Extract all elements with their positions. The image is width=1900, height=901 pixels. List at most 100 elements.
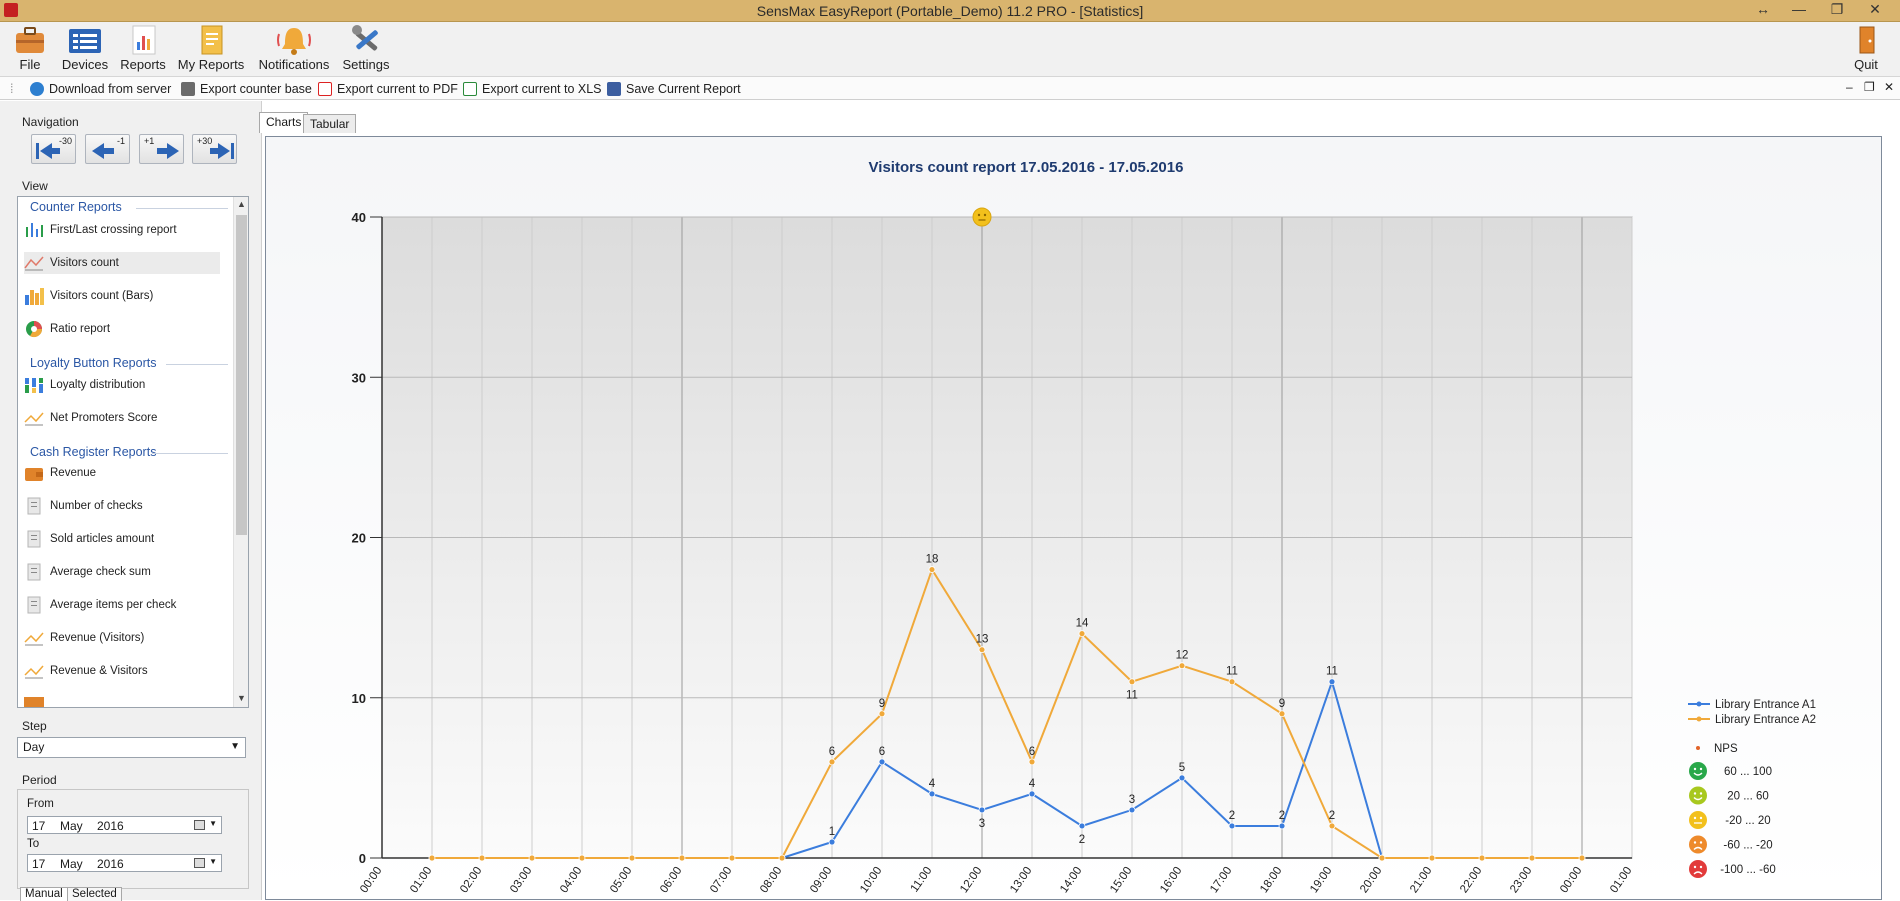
stacked-bars-icon (24, 376, 44, 394)
child-close-button[interactable]: ✕ (1884, 80, 1894, 94)
list-item-visitors-count-bars[interactable]: Visitors count (Bars) (24, 285, 220, 307)
list-item-average-check-sum[interactable]: Average check sum (24, 561, 220, 583)
child-minimize-button[interactable]: – (1846, 80, 1853, 94)
data-label: 6 (829, 746, 835, 758)
export-icon (181, 82, 195, 96)
nav-forward-1-button[interactable]: +1 (139, 134, 184, 164)
child-restore-button[interactable]: ❐ (1864, 80, 1875, 94)
scroll-up-icon[interactable]: ▲ (234, 199, 248, 209)
report-list[interactable]: Counter Reports First/Last crossing repo… (17, 196, 249, 708)
nav-forward-30-button[interactable]: +30 (192, 134, 237, 164)
data-point (1578, 854, 1586, 862)
data-label: 6 (879, 746, 885, 758)
chevron-down-icon[interactable]: ▼ (209, 819, 217, 828)
period-group: From 17 May 2016 ▼ To 17 May 2016 ▼ (17, 789, 249, 889)
to-date-picker[interactable]: 17 May 2016 ▼ (27, 854, 222, 872)
step-select[interactable]: Day ▼ (17, 737, 246, 758)
x-tick-label: 21:00 (1408, 865, 1434, 895)
scroll-down-icon[interactable]: ▼ (234, 693, 248, 703)
x-tick-label: 13:00 (1008, 865, 1034, 895)
data-point (428, 854, 436, 862)
data-point (828, 758, 836, 766)
tab-tabular[interactable]: Tabular (303, 114, 357, 133)
close-button[interactable]: ✕ (1862, 1, 1888, 18)
nps-smiley-eye (1699, 865, 1703, 869)
list-item-ratio-report[interactable]: Ratio report (24, 318, 220, 340)
x-tick-label: 14:00 (1058, 865, 1084, 895)
data-point (1078, 822, 1086, 830)
nps-range-label: -100 ... -60 (1720, 864, 1776, 876)
x-tick-label: 01:00 (1608, 865, 1634, 895)
toolbar: ⁞ Download from server Export counter ba… (0, 77, 1900, 100)
data-label: 9 (879, 698, 885, 710)
devices-list-icon (67, 24, 103, 56)
nps-legend-title: NPS (1714, 743, 1738, 755)
list-item-average-items-per-check[interactable]: Average items per check (24, 594, 220, 616)
legend-marker (1696, 716, 1702, 722)
data-point (1178, 662, 1186, 670)
chevron-down-icon: ▼ (230, 741, 240, 752)
chevron-down-icon[interactable]: ▼ (209, 857, 217, 866)
minimize-button[interactable]: — (1786, 1, 1812, 17)
maximize-button[interactable]: ❐ (1824, 1, 1850, 18)
x-tick-label: 00:00 (1558, 865, 1584, 895)
data-label: 2 (1329, 810, 1335, 822)
data-label: 6 (1029, 746, 1035, 758)
export-pdf-button[interactable]: Export current to PDF (318, 80, 458, 98)
nps-smiley-eye (1693, 792, 1697, 795)
scroll-thumb[interactable] (236, 215, 247, 535)
list-scrollbar[interactable]: ▲ ▼ (233, 197, 248, 707)
notifications-button[interactable]: Notifications (258, 24, 330, 76)
list-item-sold-articles[interactable]: Sold articles amount (24, 528, 220, 550)
line-chart-icon (24, 662, 44, 680)
legend-label: Library Entrance A1 (1715, 699, 1816, 711)
nps-smiley-eye (1699, 792, 1703, 795)
x-tick-label: 03:00 (508, 865, 534, 895)
save-report-button[interactable]: Save Current Report (607, 80, 741, 98)
list-item-revenue-and-visitors[interactable]: Revenue & Visitors (24, 660, 220, 682)
briefcase-icon (12, 24, 48, 56)
list-item-net-promoters-score[interactable]: Net Promoters Score (24, 407, 220, 429)
nav-back-30-button[interactable]: -30 (31, 134, 76, 164)
data-label: 5 (1179, 762, 1185, 774)
floppy-disk-icon (607, 82, 621, 96)
data-point (928, 790, 936, 798)
data-point (478, 854, 486, 862)
quit-button[interactable]: Quit (1830, 24, 1900, 76)
section-divider (166, 364, 228, 365)
list-item-number-of-checks[interactable]: Number of checks (24, 495, 220, 517)
list-item-revenue-visitors[interactable]: Revenue (Visitors) (24, 627, 220, 649)
reports-button[interactable]: Reports (107, 24, 179, 76)
restore-arrows-icon[interactable]: ↔ (1750, 1, 1776, 17)
list-item-first-last-crossing[interactable]: First/Last crossing report (24, 219, 220, 241)
calendar-icon[interactable] (194, 820, 205, 830)
data-point (1478, 854, 1486, 862)
tab-selected[interactable]: Selected (67, 887, 122, 901)
bar-chart-icon (24, 287, 44, 305)
data-label: 13 (976, 634, 989, 646)
list-item-loyalty-distribution[interactable]: Loyalty distribution (24, 374, 220, 396)
nps-range-label: 20 ... 60 (1727, 791, 1769, 803)
settings-button[interactable]: Settings (330, 24, 402, 76)
data-point (1428, 854, 1436, 862)
list-item-revenue[interactable]: Revenue (24, 462, 220, 484)
data-label: 12 (1176, 650, 1189, 662)
from-date-picker[interactable]: 17 May 2016 ▼ (27, 816, 222, 834)
nav-back-1-button[interactable]: -1 (85, 134, 130, 164)
x-tick-label: 19:00 (1308, 865, 1334, 895)
x-tick-label: 04:00 (558, 865, 584, 895)
export-base-button[interactable]: Export counter base (181, 80, 312, 98)
calendar-icon[interactable] (194, 858, 205, 868)
step-label: Step (22, 719, 47, 733)
tab-manual[interactable]: Manual (20, 887, 68, 901)
data-point (878, 710, 886, 718)
list-item-visitors-count[interactable]: Visitors count (24, 252, 220, 274)
data-point (1378, 854, 1386, 862)
download-button[interactable]: Download from server (30, 80, 171, 98)
line-chart-icon (24, 254, 44, 272)
tab-charts[interactable]: Charts (259, 112, 309, 133)
data-point (1128, 678, 1136, 686)
export-xls-button[interactable]: Export current to XLS (463, 80, 602, 98)
receipt-icon (24, 596, 44, 614)
my-reports-button[interactable]: My Reports (175, 24, 247, 76)
